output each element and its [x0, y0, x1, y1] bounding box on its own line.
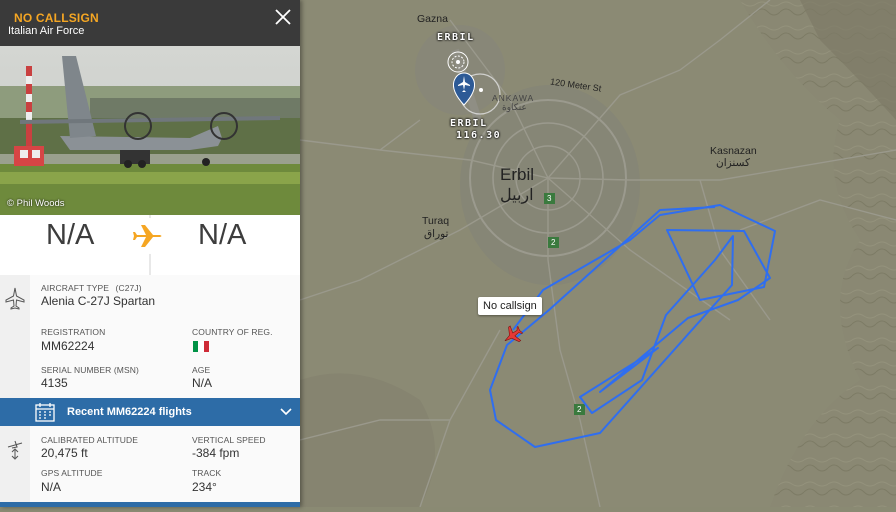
aircraft-tooltip-text: No callsign [483, 300, 537, 312]
photo-credit[interactable]: © Phil Woods [7, 198, 65, 209]
road-shield-2-south: 2 [577, 405, 582, 414]
registration-label: REGISTRATION [41, 327, 106, 337]
map-view[interactable]: Gazna ERBIL ERBIL 116.30 120 Meter St AN… [299, 0, 896, 508]
navaid-frequency: 116.30 [456, 130, 502, 141]
map-label-ankawa-ar: عنكاوة [502, 102, 527, 112]
aircraft-icon [5, 287, 25, 310]
close-icon [275, 9, 291, 25]
flag-italy-icon [193, 341, 209, 352]
panel-bottom-bar [0, 502, 300, 507]
aircraft-photo-image [0, 46, 300, 215]
calibrated-altitude-value: 20,475 ft [41, 446, 88, 460]
details-icon-column [0, 275, 30, 398]
calibrated-altitude-label: CALIBRATED ALTITUDE [41, 435, 138, 445]
altitude-details: CALIBRATED ALTITUDE 20,475 ft VERTICAL S… [0, 426, 300, 502]
age-label: AGE [192, 365, 211, 375]
track-label: TRACK [192, 468, 222, 478]
altitude-icon [7, 440, 23, 460]
airline-label: Italian Air Force [8, 25, 85, 37]
recent-flights-label: Recent MM62224 flights [67, 406, 192, 418]
plane-icon [133, 225, 162, 247]
close-button[interactable] [272, 6, 294, 28]
flight-info-panel: NO CALLSIGN Italian Air Force © Phil Woo… [0, 0, 300, 507]
serial-value: 4135 [41, 376, 68, 390]
chevron-down-icon [280, 408, 292, 416]
gps-altitude-label: GPS ALTITUDE [41, 468, 103, 478]
aircraft-type-code: (C27J) [115, 283, 142, 293]
registration-value: MM62224 [41, 339, 95, 353]
vertical-speed-value: -384 fpm [192, 446, 240, 460]
destination-airport[interactable]: N/A [198, 219, 246, 252]
aircraft-type-label: AIRCRAFT TYPE (C27J) [41, 283, 142, 293]
track-value: 234° [192, 480, 217, 494]
calendar-icon [35, 403, 55, 422]
map-label-kasnazan: Kasnazan [710, 145, 757, 157]
map-label-turaq-ar: توراق [424, 228, 449, 240]
age-value: N/A [192, 376, 213, 390]
panel-header: NO CALLSIGN Italian Air Force [0, 0, 300, 46]
altitude-icon-column [0, 426, 30, 502]
aircraft-type-value[interactable]: Alenia C-27J Spartan [41, 294, 155, 308]
aircraft-details: AIRCRAFT TYPE (C27J) Alenia C-27J Sparta… [0, 275, 300, 398]
map-label-gazna: Gazna [417, 13, 448, 25]
map-label-city-ar: اربيل [500, 187, 534, 204]
navaid-name: ERBIL [450, 118, 488, 129]
map-label-kasnazan-ar: كسنزان [716, 157, 750, 169]
callsign-label: NO CALLSIGN [14, 11, 99, 25]
vertical-speed-label: VERTICAL SPEED [192, 435, 266, 445]
map-label-turaq: Turaq [422, 215, 450, 227]
gps-altitude-value: N/A [41, 480, 62, 494]
aircraft-photo[interactable]: © Phil Woods [0, 46, 300, 215]
map-label-city: Erbil [500, 165, 535, 184]
aircraft-tooltip[interactable]: No callsign [478, 297, 542, 315]
road-shield-2: 2 [551, 238, 556, 247]
origin-airport[interactable]: N/A [46, 219, 94, 252]
road-shield-3: 3 [547, 194, 552, 203]
aircraft-type-label-text: AIRCRAFT TYPE [41, 283, 110, 293]
recent-flights-button[interactable]: Recent MM62224 flights [0, 398, 300, 426]
route-section: N/A N/A [0, 215, 300, 275]
map-canvas[interactable] [299, 0, 896, 508]
route-plane [132, 218, 168, 254]
airport-label[interactable]: ERBIL [437, 32, 475, 43]
serial-label: SERIAL NUMBER (MSN) [41, 365, 139, 375]
country-label: COUNTRY OF REG. [192, 327, 273, 337]
